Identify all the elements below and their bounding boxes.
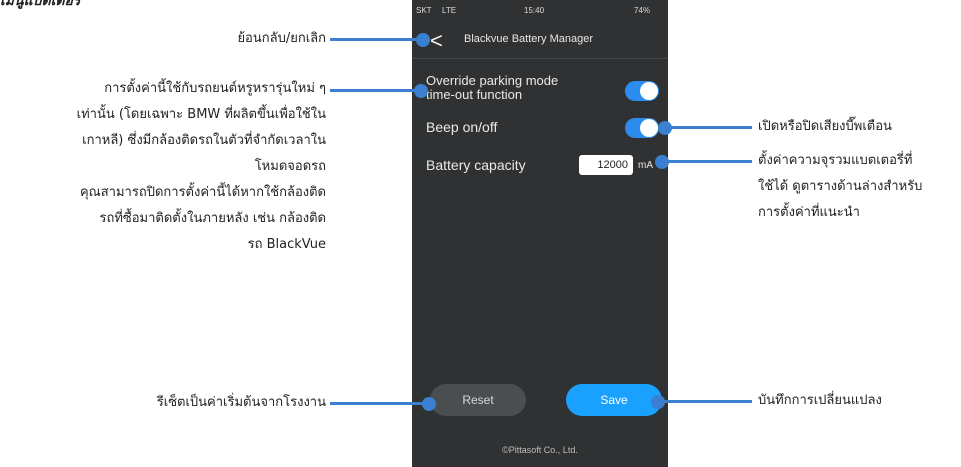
callout-back-line [330, 38, 424, 41]
callout-override-dot [414, 84, 428, 98]
status-time: 15:40 [524, 6, 545, 15]
battery-capacity-unit: mA [638, 160, 653, 171]
page-title: Blackvue Battery Manager [464, 33, 594, 45]
callout-beep: เปิดหรือปิดเสียงบี๊พเตือน [758, 119, 892, 134]
beep-toggle[interactable] [625, 118, 659, 138]
callout-reset: รีเซ็ตเป็นค่าเริ่มต้นจากโรงงาน [156, 395, 326, 410]
beep-label: Beep on/off [426, 119, 498, 135]
status-bar: SKT LTE 15:40 74% [412, 0, 668, 20]
callout-override: การตั้งค่านี้ใช้กับรถยนต์หรูหรารุ่นใหม่ … [77, 76, 326, 258]
section-heading-clipped: เมนูแบตเตอรี่ [0, 0, 81, 9]
override-toggle[interactable] [625, 81, 659, 101]
callout-reset-dot [422, 397, 436, 411]
battery-capacity-label: Battery capacity [426, 157, 526, 173]
callout-battery-line-3: การตั้งค่าที่แนะนำ [758, 205, 860, 220]
signal-carrier: SKT [416, 6, 432, 15]
override-label-line1: Override parking mode [426, 73, 559, 88]
callout-beep-line [665, 126, 752, 129]
callout-back: ย้อนกลับ/ยกเลิก [237, 31, 326, 46]
callout-battery-line [662, 160, 752, 163]
callout-battery-line-1: ตั้งค่าความจุรวมแบตเตอรี่ที่ [758, 153, 913, 168]
battery-percent: 74% [634, 6, 651, 15]
callout-battery-line-2: ใช้ได้ ดูตารางด้านล่างสำหรับ [758, 179, 923, 194]
callout-override-line-5: คุณสามารถปิดการตั้งค่านี้ได้หากใช้กล้องต… [79, 185, 326, 200]
save-button[interactable]: Save [566, 384, 662, 416]
callout-override-line-6: รถที่ซื้อมาติดตั้งในภายหลัง เช่น กล้องติ… [99, 211, 327, 226]
callout-battery: ตั้งค่าความจุรวมแบตเตอรี่ที่ใช้ได้ ดูตาร… [758, 148, 922, 226]
phone-screen: SKT LTE 15:40 74% < Blackvue Battery Man… [412, 0, 668, 467]
callout-reset-line [330, 402, 430, 405]
callout-override-line-1: การตั้งค่านี้ใช้กับรถยนต์หรูหรารุ่นใหม่ … [104, 81, 326, 96]
override-label-line2: time-out function [426, 87, 523, 102]
battery-capacity-input[interactable]: 12000 [579, 155, 633, 175]
callout-save: บันทึกการเปลี่ยนแปลง [758, 393, 882, 408]
callout-override-line-3: เกาหลี) ซึ่งมีกล้องติดรถในตัวที่จำกัดเวล… [82, 133, 326, 148]
callout-override-line [330, 89, 422, 92]
network-type: LTE [442, 6, 457, 15]
nav-bar: < Blackvue Battery Manager [412, 22, 668, 59]
callout-override-line-2: เท่านั้น (โดยเฉพาะ BMW ที่ผลิตขึ้นเพื่อใ… [76, 107, 326, 122]
override-toggle-knob [640, 82, 658, 100]
callout-back-dot [416, 33, 430, 47]
copyright-footer: ©Pittasoft Co., Ltd. [502, 445, 578, 455]
callout-override-line-4: โหมดจอดรถ [254, 159, 326, 174]
beep-toggle-knob [640, 119, 658, 137]
reset-button[interactable]: Reset [430, 384, 526, 416]
callout-override-line-7: รถ BlackVue [247, 237, 326, 252]
override-label: Override parking mode time-out function [426, 74, 558, 102]
back-button[interactable]: < [430, 28, 443, 54]
callout-save-line [658, 400, 752, 403]
